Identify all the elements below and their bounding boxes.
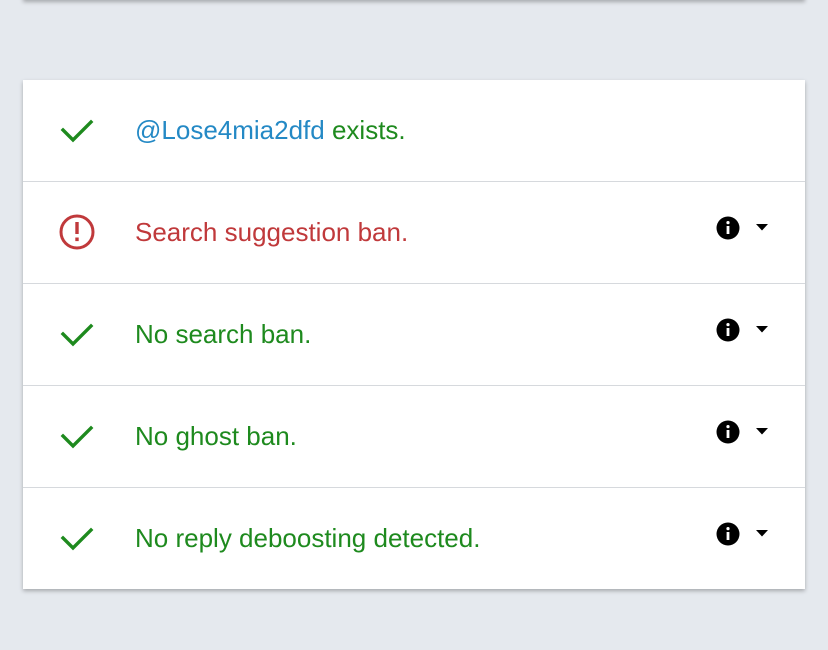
result-text: Search suggestion ban. (135, 217, 409, 247)
result-row-search-ban: No search ban. (23, 284, 805, 385)
check-icon (60, 323, 94, 347)
info-icon[interactable] (716, 318, 740, 342)
result-row-ghost-ban: No ghost ban. (23, 386, 805, 487)
info-icon[interactable] (716, 216, 740, 240)
check-icon (60, 527, 94, 551)
details-toggle[interactable] (713, 518, 779, 550)
result-text: No ghost ban. (135, 421, 297, 451)
account-handle[interactable]: @Lose4mia2dfd (135, 115, 325, 145)
result-row-search-suggestion-ban: Search suggestion ban. (23, 182, 805, 283)
info-icon[interactable] (716, 522, 740, 546)
caret-down-icon[interactable] (756, 530, 768, 537)
result-row-exists: @Lose4mia2dfd exists. (23, 80, 805, 181)
result-row-reply-deboosting: No reply deboosting detected. (23, 488, 805, 589)
result-text: No search ban. (135, 319, 312, 349)
check-icon (60, 119, 94, 143)
details-toggle[interactable] (713, 416, 779, 448)
caret-down-icon[interactable] (756, 326, 768, 333)
details-toggle[interactable] (713, 314, 779, 346)
caret-down-icon[interactable] (756, 224, 768, 231)
info-icon[interactable] (716, 420, 740, 444)
results-card: @Lose4mia2dfd exists. Search suggestion … (23, 80, 805, 589)
result-text: @Lose4mia2dfd exists. (135, 114, 406, 146)
check-icon (60, 425, 94, 449)
alert-circle-icon (59, 214, 95, 250)
caret-down-icon[interactable] (756, 428, 768, 435)
details-toggle[interactable] (713, 212, 779, 244)
exists-label: exists. (331, 115, 406, 145)
result-text: No reply deboosting detected. (135, 523, 481, 553)
